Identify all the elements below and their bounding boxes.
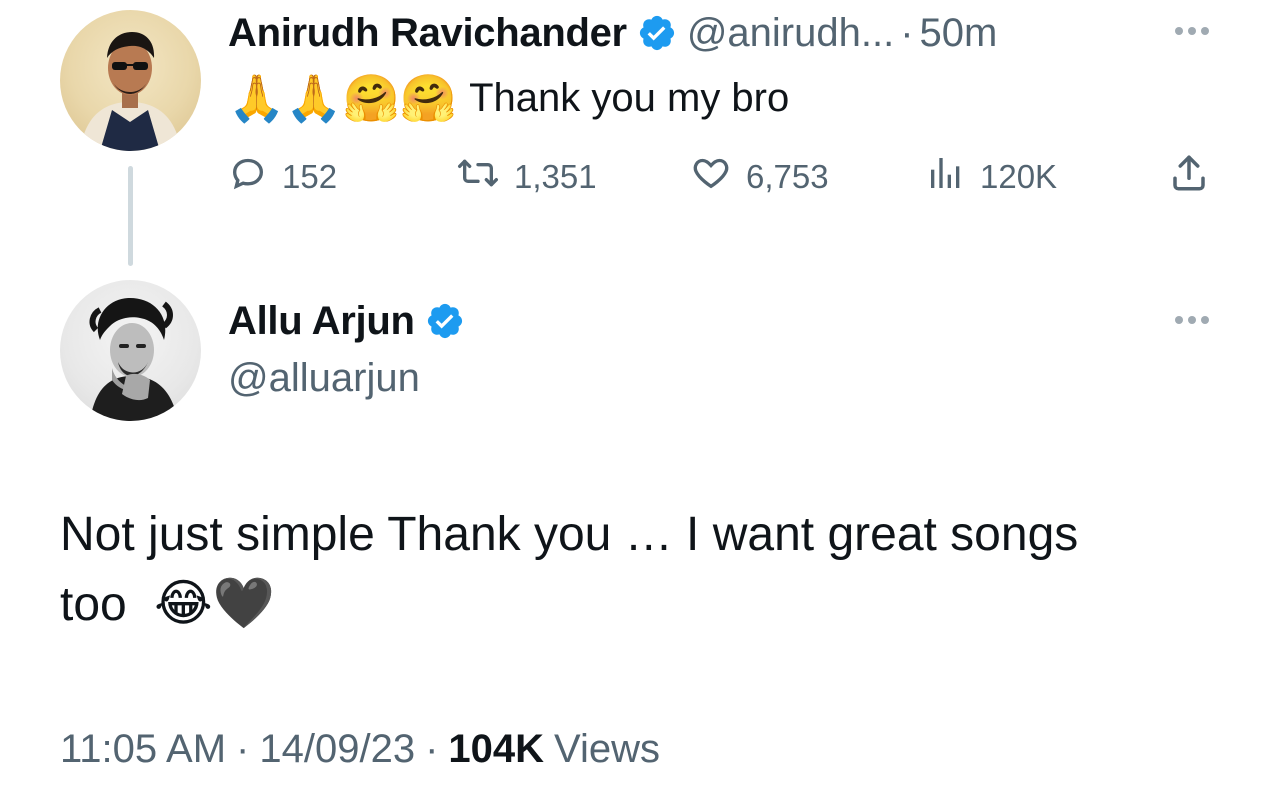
main-handle[interactable]: @alluarjun bbox=[228, 356, 420, 401]
main-tweet-line-2: too 😂🖤 bbox=[60, 570, 1240, 640]
separator-dot: · bbox=[900, 10, 914, 55]
meta-separator-2: · bbox=[425, 726, 439, 771]
tweet-date[interactable]: 14/09/23 bbox=[259, 727, 415, 772]
parent-tweet-body: Thank you my bro bbox=[469, 75, 790, 120]
parent-more-options-icon[interactable] bbox=[1175, 27, 1209, 35]
avatar-allu-arjun-image bbox=[89, 298, 178, 421]
tweet-view-count[interactable]: 104K bbox=[448, 727, 544, 772]
share-button[interactable] bbox=[1168, 152, 1210, 202]
main-tweet-line-1: Not just simple Thank you … I want great… bbox=[60, 508, 1079, 561]
avatar-anirudh[interactable] bbox=[60, 10, 201, 151]
views-count: 120K bbox=[980, 158, 1058, 195]
main-tweet-emojis: 😂🖤 bbox=[154, 574, 275, 632]
avatar-anirudh-image bbox=[80, 32, 181, 151]
parent-time-ago[interactable]: 50m bbox=[920, 11, 998, 56]
tweet-meta-footer: 11:05 AM · 14/09/23 · 104K Views bbox=[60, 722, 660, 776]
like-button[interactable]: 6,753 bbox=[690, 152, 829, 202]
share-icon bbox=[1168, 152, 1210, 202]
tweet-views-label: Views bbox=[554, 726, 661, 771]
reply-icon bbox=[228, 153, 268, 201]
parent-tweet-text: 🙏🙏🤗🤗 Thank you my bro bbox=[228, 68, 789, 128]
tweet-time[interactable]: 11:05 AM bbox=[60, 727, 226, 772]
main-more-options-icon[interactable] bbox=[1175, 316, 1209, 324]
retweet-count: 1,351 bbox=[514, 158, 597, 195]
parent-emojis: 🙏🙏🤗🤗 bbox=[228, 71, 458, 125]
views-bar-chart-icon bbox=[926, 153, 966, 201]
main-tweet-header: Allu Arjun bbox=[228, 294, 475, 348]
parent-tweet-header: Anirudh Ravichander @anirudh... · 50m bbox=[228, 6, 997, 60]
parent-handle[interactable]: @anirudh... bbox=[687, 11, 894, 56]
like-count: 6,753 bbox=[746, 158, 829, 195]
parent-display-name[interactable]: Anirudh Ravichander bbox=[228, 11, 627, 56]
meta-separator-1: · bbox=[236, 726, 250, 771]
main-display-name[interactable]: Allu Arjun bbox=[228, 299, 415, 344]
views-button[interactable]: 120K bbox=[926, 152, 1057, 202]
reply-button[interactable]: 152 bbox=[228, 152, 337, 202]
main-tweet-line-2-text: too bbox=[60, 578, 127, 631]
retweet-icon bbox=[456, 153, 500, 201]
reply-count: 152 bbox=[282, 158, 338, 195]
retweet-button[interactable]: 1,351 bbox=[456, 152, 597, 202]
avatar-allu-arjun[interactable] bbox=[60, 280, 201, 421]
verified-badge-icon bbox=[637, 13, 677, 53]
parent-action-bar: 152 1,351 6,753 120K bbox=[228, 152, 1228, 202]
verified-badge-icon bbox=[425, 301, 465, 341]
thread-connector-line bbox=[128, 166, 133, 266]
main-tweet-text: Not just simple Thank you … I want great… bbox=[60, 500, 1240, 640]
heart-icon bbox=[690, 153, 732, 201]
